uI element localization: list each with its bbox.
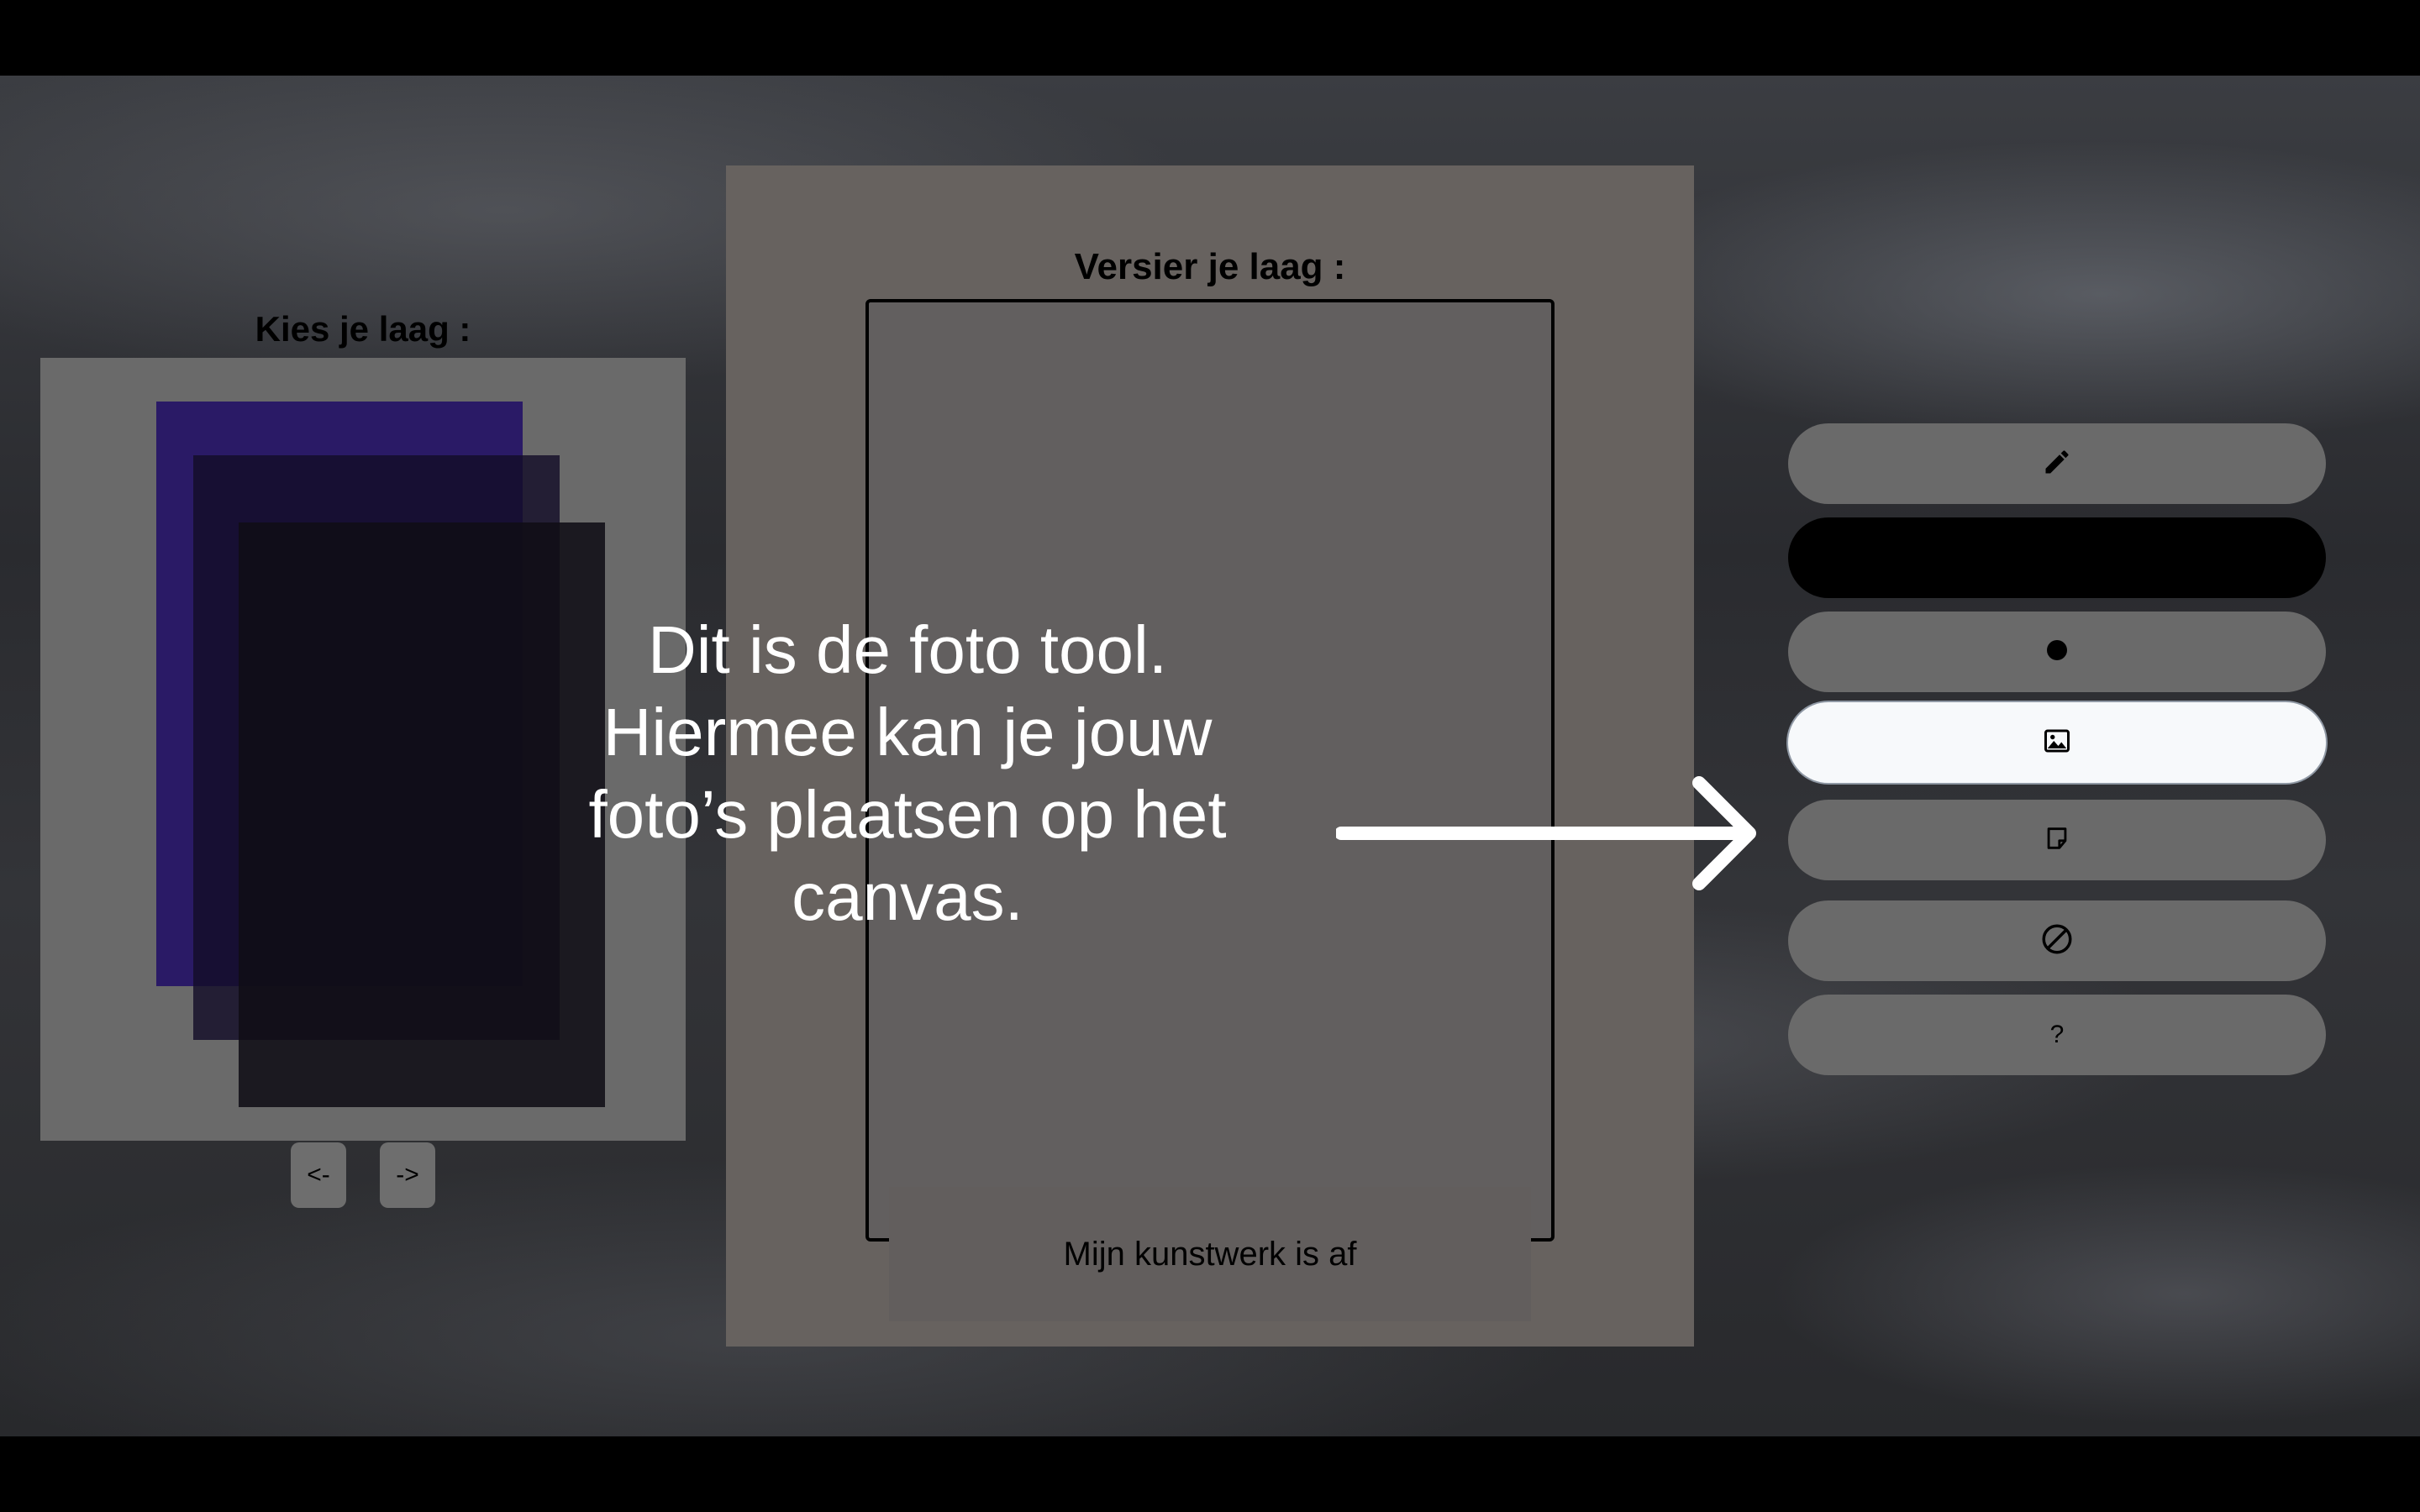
tutorial-arrow-icon [1336,776,1756,890]
note-icon [2043,824,2071,857]
layer-chooser-title: Kies je laag : [255,309,471,349]
letterbox-bottom [0,1436,2420,1512]
pencil-tool-button[interactable] [1788,423,2326,504]
tutorial-text: Dit is de foto tool. Hiermee kan je jouw… [521,609,1294,938]
dot-icon [2046,639,2068,665]
photo-tool-button[interactable] [1788,702,2326,783]
app-stage: Kies je laag : <- -> Versier je laag : M… [0,76,2420,1436]
sticky-note-button[interactable] [1788,800,2326,880]
image-icon [2042,726,2072,760]
color-picker-button[interactable] [1788,517,2326,598]
next-layer-button[interactable]: -> [380,1142,435,1208]
tutorial-line-2: Hiermee kan je jouw [602,695,1213,769]
pencil-icon [2042,447,2072,481]
question-icon: ? [2049,1021,2065,1048]
brush-size-button[interactable] [1788,612,2326,692]
help-button[interactable]: ? [1788,995,2326,1075]
previous-layer-button[interactable]: <- [291,1142,346,1208]
tutorial-line-1: Dit is de foto tool. [647,612,1168,687]
tutorial-line-4: canvas. [792,859,1023,934]
prohibit-icon [2039,921,2075,961]
editor-title: Versier je laag : [1074,246,1346,287]
clear-button[interactable] [1788,900,2326,981]
tutorial-line-3: foto’s plaatsen op het [588,777,1227,852]
letterbox-top [0,0,2420,76]
finish-artwork-button[interactable]: Mijn kunstwerk is af [889,1187,1531,1321]
